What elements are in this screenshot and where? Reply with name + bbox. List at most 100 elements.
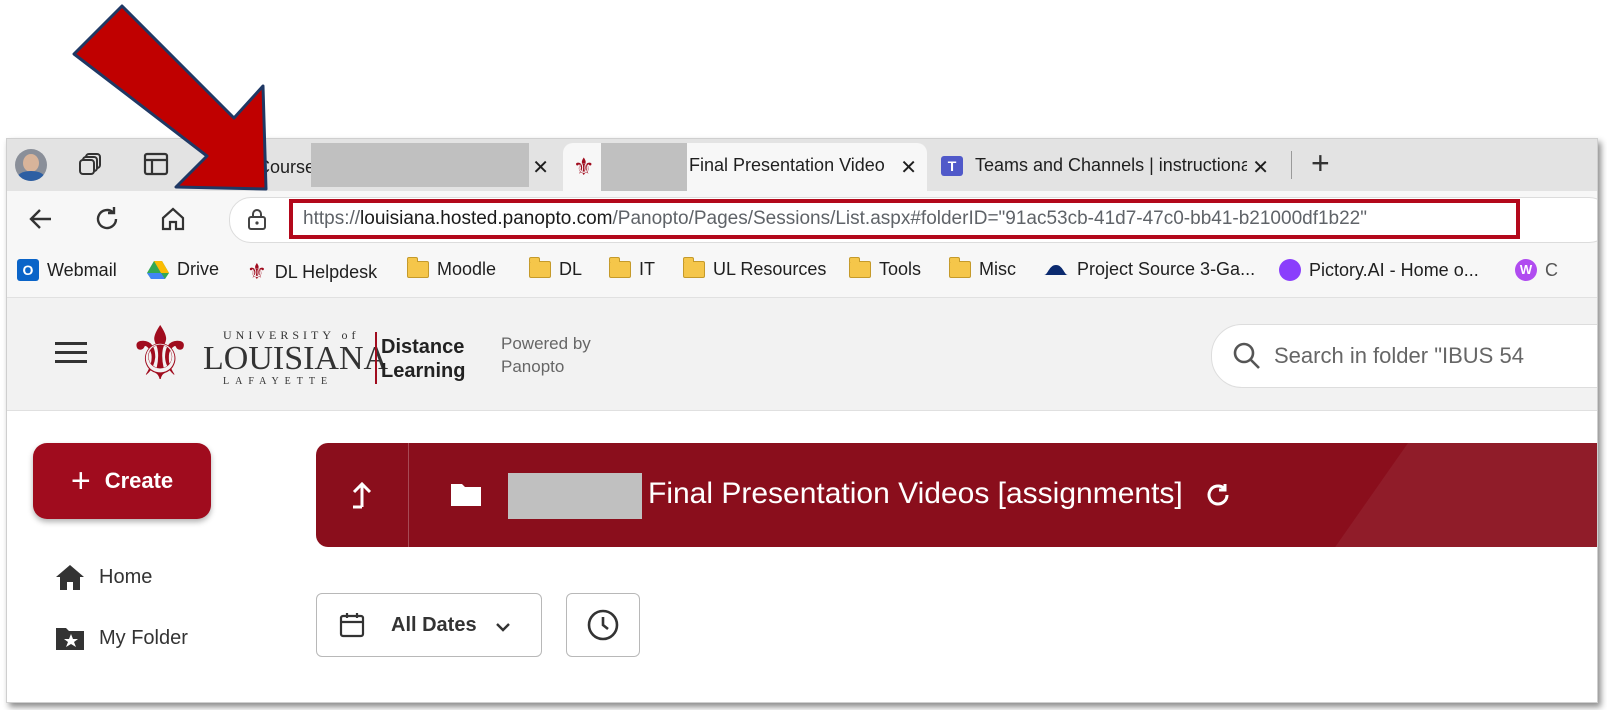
pointer-arrow-annotation: [72, 4, 268, 191]
bookmark-drive[interactable]: Drive: [147, 259, 219, 280]
hat-icon: [1044, 264, 1068, 275]
fleur-de-lis-icon: ⚜: [247, 259, 267, 284]
redacted-block: [311, 143, 529, 187]
search-icon: [1233, 342, 1260, 369]
bookmark-folder-moodle[interactable]: Moodle: [406, 257, 497, 280]
logo-divider: [375, 332, 377, 384]
tab-close-button[interactable]: ✕: [1252, 155, 1269, 180]
w-icon: W: [1515, 259, 1537, 281]
back-button[interactable]: [21, 199, 61, 239]
sidebar-item-my-folder[interactable]: My Folder: [55, 625, 188, 651]
date-filter-label: All Dates: [391, 614, 477, 636]
logo-bottom-text: LAFAYETTE: [223, 376, 334, 387]
sidebar-item-label: My Folder: [99, 626, 188, 649]
bookmark-webmail[interactable]: O Webmail: [17, 259, 117, 281]
bookmark-pictory[interactable]: Pictory.AI - Home o...: [1279, 259, 1479, 281]
distance-learning-text: Distance: [381, 336, 465, 358]
tab-final-presentation[interactable]: ⚜ Final Presentation Video ✕: [563, 143, 927, 191]
chevron-down-icon: [496, 623, 510, 632]
bookmark-folder-misc[interactable]: Misc: [948, 257, 1016, 280]
folder-icon: [848, 257, 871, 278]
calendar-icon: [339, 613, 365, 638]
bookmark-label: DL Helpdesk: [274, 261, 378, 282]
bookmark-folder-tools[interactable]: Tools: [848, 257, 922, 280]
sidebar-item-label: Home: [99, 565, 153, 588]
refresh-icon[interactable]: [1204, 481, 1232, 509]
hamburger-menu-icon[interactable]: [55, 342, 87, 363]
drive-icon: [147, 260, 169, 279]
url-path: /Panopto/Pages/Sessions/List.aspx#folder…: [612, 208, 1368, 229]
create-label: Create: [104, 468, 174, 493]
fleur-de-lis-icon: ⚜: [573, 154, 595, 181]
recent-filter-button[interactable]: [566, 593, 640, 657]
bookmark-label: Drive: [177, 259, 220, 279]
starred-folder-icon: [56, 628, 84, 650]
url-scheme: https://: [303, 208, 361, 229]
bookmark-label: Project Source 3-Ga...: [1077, 259, 1256, 279]
bookmark-label: Moodle: [437, 259, 497, 279]
folder-icon: [406, 257, 429, 278]
refresh-button[interactable]: [87, 199, 127, 239]
bookmark-label: Misc: [979, 259, 1016, 279]
parent-folder-button[interactable]: [316, 443, 409, 547]
redacted-block: [508, 473, 642, 519]
redacted-block: [601, 143, 687, 191]
bookmark-label: UL Resources: [713, 259, 827, 279]
university-logo[interactable]: ⚜ UNIVERSITY of LOUISIANA LAFAYETTE Dist…: [127, 312, 607, 395]
plus-icon: +: [70, 462, 91, 500]
home-button[interactable]: [153, 199, 193, 239]
bookmarks-bar: O Webmail Drive ⚜ DL Helpdesk Moodle DL …: [7, 247, 1597, 298]
up-arrow-icon: [352, 481, 372, 509]
search-input[interactable]: Search in folder "IBUS 54: [1211, 324, 1597, 388]
bookmark-label: Pictory.AI - Home o...: [1309, 259, 1479, 280]
teams-icon: T: [941, 156, 963, 176]
back-arrow-icon: [29, 209, 51, 229]
logo-main-text: LOUISIANA: [203, 340, 389, 377]
browser-window: Course: ✕ ⚜ Final Presentation Video ✕ T…: [6, 138, 1598, 703]
tab-teams[interactable]: T Teams and Channels | instructiona ✕: [929, 143, 1279, 191]
panopto-header: ⚜ UNIVERSITY of LOUISIANA LAFAYETTE Dist…: [7, 298, 1597, 411]
url-highlight-box[interactable]: https://louisiana.hosted.panopto.com/Pan…: [289, 199, 1520, 239]
clock-icon: [587, 609, 619, 641]
home-icon: [161, 207, 185, 231]
create-button[interactable]: + Create: [33, 443, 211, 519]
sidebar-item-home[interactable]: Home: [55, 563, 152, 591]
folder-icon: [608, 257, 631, 278]
tab-title: Teams and Channels | instructiona: [975, 155, 1247, 175]
main-content: + Create Home My Folder Final Presentati…: [7, 411, 1597, 702]
home-icon: [56, 565, 84, 590]
bookmark-folder-ul-resources[interactable]: UL Resources: [682, 257, 827, 280]
bookmark-label: C: [1545, 259, 1558, 280]
search-placeholder: Search in folder "IBUS 54: [1274, 343, 1524, 368]
powered-by-text: Panopto: [501, 357, 565, 376]
fleur-de-lis-logo-icon: ⚜: [127, 312, 194, 395]
outlook-icon: O: [17, 259, 39, 281]
tab-close-button[interactable]: ✕: [532, 155, 549, 180]
folder-banner: Final Presentation Videos [assignments]: [316, 443, 1597, 547]
folder-icon: [528, 257, 551, 278]
tab-title: Final Presentation Video: [689, 155, 885, 175]
date-filter-dropdown[interactable]: All Dates: [316, 593, 542, 657]
new-tab-button[interactable]: +: [1311, 145, 1330, 182]
tab-divider: [1291, 151, 1292, 179]
bookmark-project-source[interactable]: Project Source 3-Ga...: [1043, 259, 1255, 280]
bookmark-overflow[interactable]: W C: [1515, 259, 1558, 281]
bookmark-label: Tools: [879, 259, 922, 279]
url-host: louisiana.hosted.panopto.com: [360, 208, 613, 229]
folder-icon: [682, 257, 705, 278]
bookmark-dl-helpdesk[interactable]: ⚜ DL Helpdesk: [247, 259, 377, 285]
bookmark-label: Webmail: [47, 259, 117, 280]
banner-decoration: [1295, 443, 1597, 547]
folder-icon: [451, 484, 481, 506]
tab-close-button[interactable]: ✕: [900, 155, 917, 180]
powered-by-text: Powered by: [501, 334, 591, 353]
bookmark-folder-it[interactable]: IT: [608, 257, 655, 280]
bookmark-folder-dl[interactable]: DL: [528, 257, 583, 280]
refresh-icon: [96, 207, 118, 230]
bookmark-label: IT: [639, 259, 655, 279]
bookmark-label: DL: [559, 259, 583, 279]
lock-icon[interactable]: [245, 207, 269, 236]
distance-learning-text: Learning: [381, 360, 466, 382]
folder-title: Final Presentation Videos [assignments]: [648, 477, 1183, 510]
folder-icon: [948, 257, 971, 278]
